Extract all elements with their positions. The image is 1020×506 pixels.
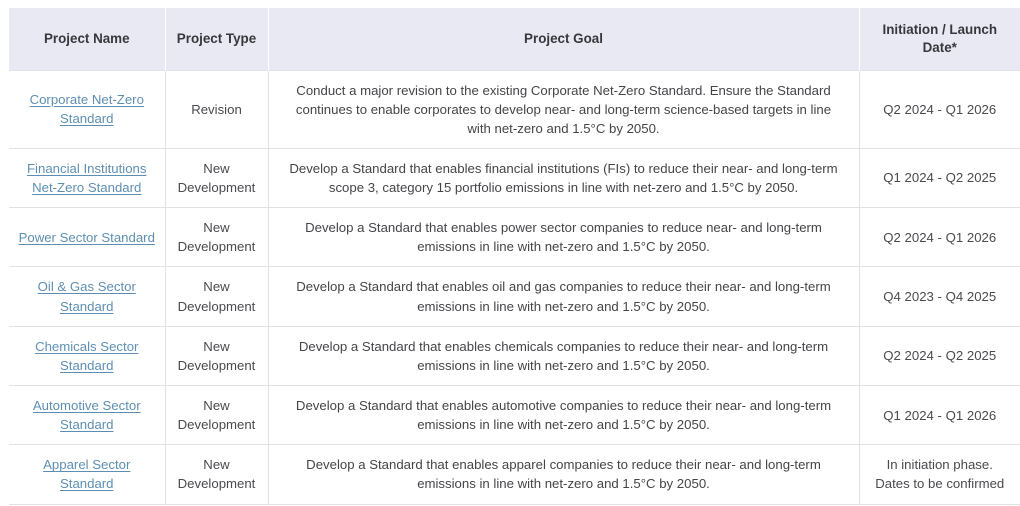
- cell-project-type: Revision: [165, 69, 269, 149]
- cell-project-name: Apparel Sector Standard: [9, 444, 166, 505]
- cell-initiation-launch-date: Q2 2024 - Q1 2026: [859, 207, 1020, 267]
- project-name-link[interactable]: Corporate Net-Zero Standard: [30, 92, 144, 126]
- cell-initiation-launch-date: Q1 2024 - Q2 2025: [859, 147, 1020, 208]
- table-row: Power Sector Standard New Development De…: [9, 207, 1020, 267]
- column-header-project-name: Project Name: [9, 8, 166, 70]
- cell-project-goal: Develop a Standard that enables apparel …: [268, 444, 860, 505]
- cell-initiation-launch-date: Q4 2023 - Q4 2025: [859, 266, 1020, 327]
- project-name-link[interactable]: Power Sector Standard: [19, 230, 155, 245]
- table-row: Corporate Net-Zero Standard Revision Con…: [9, 69, 1020, 149]
- cell-project-goal: Develop a Standard that enables automoti…: [268, 385, 860, 445]
- cell-project-goal: Develop a Standard that enables chemical…: [268, 325, 860, 386]
- cell-initiation-launch-date: Q1 2024 - Q1 2026: [859, 385, 1020, 445]
- column-header-project-goal: Project Goal: [268, 8, 860, 70]
- cell-project-name: Power Sector Standard: [9, 207, 166, 267]
- project-roadmap-table: Project Name Project Type Project Goal I…: [9, 8, 1020, 505]
- column-header-initiation-launch-date: Initiation / Launch Date*: [859, 8, 1020, 70]
- table-row: Apparel Sector Standard New Development …: [9, 444, 1020, 505]
- cell-initiation-launch-date: Q2 2024 - Q1 2026: [859, 69, 1020, 149]
- table-row: Automotive Sector Standard New Developme…: [9, 385, 1020, 445]
- cell-project-goal: Develop a Standard that enables power se…: [268, 207, 860, 267]
- cell-project-goal: Conduct a major revision to the existing…: [268, 69, 860, 149]
- cell-project-type: New Development: [165, 147, 269, 208]
- cell-project-name: Corporate Net-Zero Standard: [9, 69, 166, 149]
- table-body: Corporate Net-Zero Standard Revision Con…: [9, 69, 1020, 505]
- cell-project-type: New Development: [165, 444, 269, 505]
- project-name-link[interactable]: Oil & Gas Sector Standard: [38, 279, 136, 313]
- column-header-project-type: Project Type: [165, 8, 269, 70]
- cell-project-type: New Development: [165, 207, 269, 267]
- table-row: Financial Institutions Net-Zero Standard…: [9, 147, 1020, 208]
- project-table-container: Project Name Project Type Project Goal I…: [9, 8, 1020, 505]
- table-header-row: Project Name Project Type Project Goal I…: [9, 8, 1020, 70]
- cell-project-goal: Develop a Standard that enables oil and …: [268, 266, 860, 327]
- cell-project-name: Chemicals Sector Standard: [9, 325, 166, 386]
- table-header: Project Name Project Type Project Goal I…: [9, 8, 1020, 70]
- project-name-link[interactable]: Apparel Sector Standard: [43, 457, 130, 491]
- cell-project-type: New Development: [165, 385, 269, 445]
- project-name-link[interactable]: Chemicals Sector Standard: [35, 339, 138, 373]
- cell-initiation-launch-date: Q2 2024 - Q2 2025: [859, 325, 1020, 386]
- cell-project-name: Automotive Sector Standard: [9, 385, 166, 445]
- cell-project-name: Financial Institutions Net-Zero Standard: [9, 147, 166, 208]
- cell-project-type: New Development: [165, 325, 269, 386]
- project-name-link[interactable]: Automotive Sector Standard: [33, 398, 141, 432]
- table-row: Oil & Gas Sector Standard New Developmen…: [9, 266, 1020, 327]
- project-name-link[interactable]: Financial Institutions Net-Zero Standard: [27, 161, 146, 195]
- cell-project-name: Oil & Gas Sector Standard: [9, 266, 166, 327]
- cell-project-goal: Develop a Standard that enables financia…: [268, 147, 860, 208]
- cell-project-type: New Development: [165, 266, 269, 327]
- cell-initiation-launch-date: In initiation phase. Dates to be confirm…: [859, 444, 1020, 505]
- table-row: Chemicals Sector Standard New Developmen…: [9, 325, 1020, 386]
